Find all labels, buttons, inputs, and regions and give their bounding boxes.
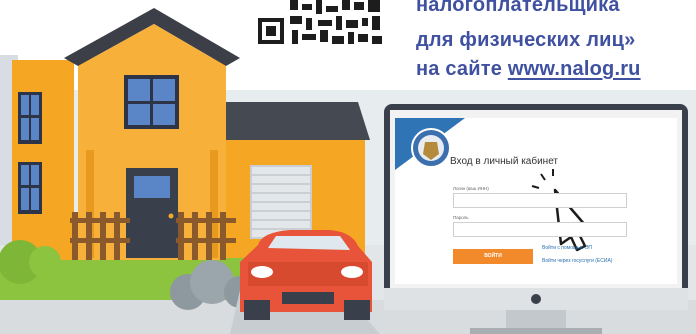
promo-url-link[interactable]: www.nalog.ru (508, 58, 641, 80)
promo-line-2: для физических лиц» (416, 29, 636, 51)
hand-pointer-icon (531, 169, 593, 252)
promo-line-1: налогоплательщика (416, 0, 620, 16)
tax-service-emblem-icon (411, 128, 451, 168)
login-input[interactable] (453, 193, 627, 208)
promo-line-3-prefix: на сайте (416, 58, 508, 80)
promo-poster: налогоплательщика для физических лиц» на… (0, 0, 696, 334)
login-with-ep-link[interactable]: Войти с помощью ЭП (542, 245, 592, 251)
password-field-label: Пароль (453, 215, 469, 220)
password-input[interactable] (453, 222, 627, 237)
qr-code-icon (255, 0, 385, 50)
login-title: Вход в личный кабинет (450, 156, 558, 167)
login-with-esia-link[interactable]: Войти через госуслуги (ЕСИА) (542, 258, 612, 264)
login-screen: Вход в личный кабинет Логин (ваш ИНН) Па… (395, 118, 677, 284)
login-field-label: Логин (ваш ИНН) (453, 186, 489, 191)
promo-line-3: на сайте www.nalog.ru (416, 55, 641, 84)
car (240, 230, 372, 320)
login-submit-button[interactable]: ВОЙТИ (453, 249, 533, 264)
